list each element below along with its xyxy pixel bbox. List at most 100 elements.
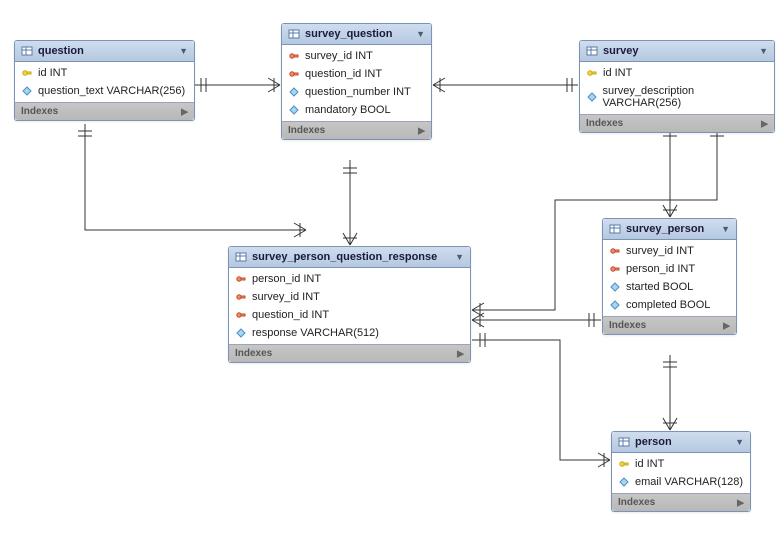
fk-key-icon xyxy=(235,273,247,285)
collapse-arrow-icon[interactable]: ▼ xyxy=(179,46,188,56)
column-name: survey_id INT xyxy=(626,245,694,257)
fk-key-icon xyxy=(235,291,247,303)
indexes-section[interactable]: Indexes ▶ xyxy=(612,493,750,511)
indexes-label: Indexes xyxy=(21,106,58,117)
attr-diamond-icon xyxy=(618,476,630,488)
collapse-arrow-icon[interactable]: ▼ xyxy=(455,252,464,262)
column-name: id INT xyxy=(38,67,67,79)
fk-key-icon xyxy=(235,309,247,321)
table-icon xyxy=(235,251,247,263)
entity-columns: id INT email VARCHAR(128) xyxy=(612,453,750,493)
column-name: started BOOL xyxy=(626,281,693,293)
fk-key-icon xyxy=(609,263,621,275)
entity-person[interactable]: person ▼ id INT email VARCHAR(128) Index… xyxy=(611,431,751,512)
entity-header[interactable]: survey_question ▼ xyxy=(282,24,431,45)
attr-diamond-icon xyxy=(609,299,621,311)
column-row[interactable]: question_number INT xyxy=(282,83,431,101)
entity-header[interactable]: survey_person_question_response ▼ xyxy=(229,247,470,268)
column-row[interactable]: person_id INT xyxy=(229,270,470,288)
entity-columns: survey_id INT question_id INT question_n… xyxy=(282,45,431,121)
column-row[interactable]: mandatory BOOL xyxy=(282,101,431,119)
column-name: question_id INT xyxy=(305,68,382,80)
column-name: survey_id INT xyxy=(305,50,373,62)
expand-arrow-icon[interactable]: ▶ xyxy=(418,125,425,136)
indexes-label: Indexes xyxy=(235,348,272,359)
expand-arrow-icon[interactable]: ▶ xyxy=(737,497,744,508)
entity-title: survey_person xyxy=(626,223,704,235)
table-icon xyxy=(618,436,630,448)
entity-title: survey_question xyxy=(305,28,392,40)
fk-key-icon xyxy=(288,50,300,62)
entity-survey-question[interactable]: survey_question ▼ survey_id INT question… xyxy=(281,23,432,140)
indexes-section[interactable]: Indexes ▶ xyxy=(282,121,431,139)
expand-arrow-icon[interactable]: ▶ xyxy=(181,106,188,117)
entity-title: survey_person_question_response xyxy=(252,251,437,263)
column-row[interactable]: survey_id INT xyxy=(282,47,431,65)
entity-question[interactable]: question ▼ id INT question_text VARCHAR(… xyxy=(14,40,195,121)
column-row[interactable]: id INT xyxy=(612,455,750,473)
column-row[interactable]: id INT xyxy=(580,64,774,82)
entity-title: survey xyxy=(603,45,638,57)
column-row[interactable]: response VARCHAR(512) xyxy=(229,324,470,342)
expand-arrow-icon[interactable]: ▶ xyxy=(457,348,464,359)
attr-diamond-icon xyxy=(288,104,300,116)
entity-header[interactable]: person ▼ xyxy=(612,432,750,453)
attr-diamond-icon xyxy=(21,85,33,97)
collapse-arrow-icon[interactable]: ▼ xyxy=(416,29,425,39)
entity-header[interactable]: survey_person ▼ xyxy=(603,219,736,240)
column-name: email VARCHAR(128) xyxy=(635,476,743,488)
pk-key-icon xyxy=(21,67,33,79)
column-name: person_id INT xyxy=(252,273,321,285)
indexes-section[interactable]: Indexes ▶ xyxy=(603,316,736,334)
column-row[interactable]: survey_description VARCHAR(256) xyxy=(580,82,774,112)
indexes-label: Indexes xyxy=(609,320,646,331)
indexes-section[interactable]: Indexes ▶ xyxy=(580,114,774,132)
column-name: mandatory BOOL xyxy=(305,104,391,116)
indexes-label: Indexes xyxy=(586,118,623,129)
column-row[interactable]: survey_id INT xyxy=(229,288,470,306)
pk-key-icon xyxy=(586,67,598,79)
collapse-arrow-icon[interactable]: ▼ xyxy=(721,224,730,234)
column-row[interactable]: question_id INT xyxy=(282,65,431,83)
indexes-label: Indexes xyxy=(288,125,325,136)
expand-arrow-icon[interactable]: ▶ xyxy=(761,118,768,129)
column-row[interactable]: id INT xyxy=(15,64,194,82)
column-row[interactable]: person_id INT xyxy=(603,260,736,278)
entity-survey-person[interactable]: survey_person ▼ survey_id INT person_id … xyxy=(602,218,737,335)
column-name: id INT xyxy=(635,458,664,470)
entity-columns: id INT survey_description VARCHAR(256) xyxy=(580,62,774,114)
expand-arrow-icon[interactable]: ▶ xyxy=(723,320,730,331)
column-name: completed BOOL xyxy=(626,299,710,311)
entity-header[interactable]: survey ▼ xyxy=(580,41,774,62)
pk-key-icon xyxy=(618,458,630,470)
collapse-arrow-icon[interactable]: ▼ xyxy=(759,46,768,56)
column-row[interactable]: started BOOL xyxy=(603,278,736,296)
column-name: response VARCHAR(512) xyxy=(252,327,379,339)
collapse-arrow-icon[interactable]: ▼ xyxy=(735,437,744,447)
column-row[interactable]: email VARCHAR(128) xyxy=(612,473,750,491)
entity-survey[interactable]: survey ▼ id INT survey_description VARCH… xyxy=(579,40,775,133)
indexes-section[interactable]: Indexes ▶ xyxy=(229,344,470,362)
table-icon xyxy=(288,28,300,40)
entity-header[interactable]: question ▼ xyxy=(15,41,194,62)
attr-diamond-icon xyxy=(288,86,300,98)
entity-columns: survey_id INT person_id INT started BOOL… xyxy=(603,240,736,316)
indexes-section[interactable]: Indexes ▶ xyxy=(15,102,194,120)
column-row[interactable]: completed BOOL xyxy=(603,296,736,314)
fk-key-icon xyxy=(609,245,621,257)
column-row[interactable]: question_id INT xyxy=(229,306,470,324)
column-name: question_id INT xyxy=(252,309,329,321)
column-row[interactable]: question_text VARCHAR(256) xyxy=(15,82,194,100)
attr-diamond-icon xyxy=(586,91,597,103)
entity-survey-person-question-response[interactable]: survey_person_question_response ▼ person… xyxy=(228,246,471,363)
fk-key-icon xyxy=(288,68,300,80)
entity-title: person xyxy=(635,436,672,448)
column-name: question_text VARCHAR(256) xyxy=(38,85,185,97)
column-name: id INT xyxy=(603,67,632,79)
entity-columns: person_id INT survey_id INT question_id … xyxy=(229,268,470,344)
table-icon xyxy=(609,223,621,235)
attr-diamond-icon xyxy=(235,327,247,339)
table-icon xyxy=(586,45,598,57)
attr-diamond-icon xyxy=(609,281,621,293)
column-row[interactable]: survey_id INT xyxy=(603,242,736,260)
